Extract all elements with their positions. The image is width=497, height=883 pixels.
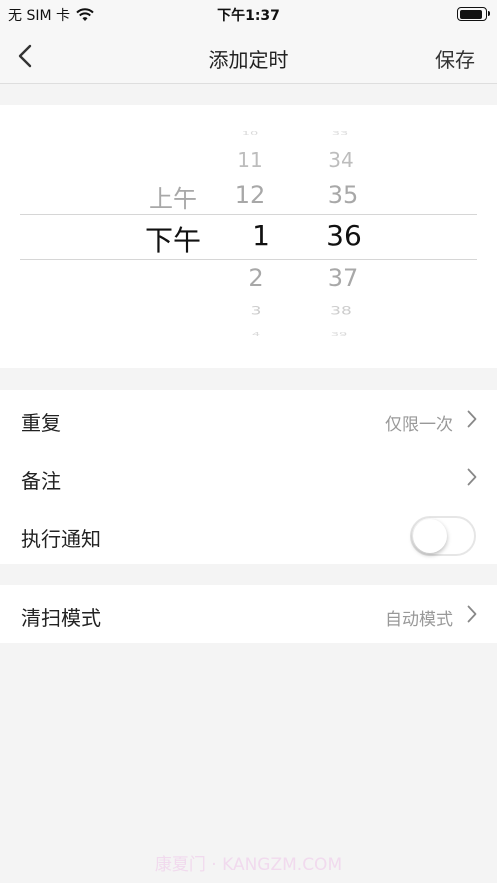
status-time: 下午1:37 [217,8,280,24]
toggle-knob [413,519,447,553]
picker-top-line [20,214,477,215]
settings-section: 重复 仅限一次 备注 执行通知 [0,390,497,564]
hour-option[interactable]: 4 [252,332,260,338]
hour-option[interactable]: 12 [235,181,266,209]
hour-option[interactable]: 11 [237,148,262,172]
hour-option[interactable]: 10 [242,131,259,137]
minute-option[interactable]: 38 [330,304,352,318]
notify-toggle[interactable] [410,516,476,556]
picker-bottom-line [20,259,477,260]
note-row[interactable]: 备注 [0,448,497,506]
hour-option[interactable]: 3 [251,304,262,318]
chevron-right-icon [467,410,477,428]
chevron-right-icon [467,605,477,623]
repeat-label: 重复 [21,411,61,435]
clean-mode-label: 清扫模式 [21,606,101,630]
notify-row: 执行通知 [0,506,497,564]
clean-mode-row[interactable]: 清扫模式 自动模式 [0,585,497,643]
clean-mode-value: 自动模式 [385,610,453,630]
minute-option[interactable]: 37 [328,264,359,292]
status-bar: 无 SIM 卡 下午1:37 [0,0,497,28]
battery-icon [457,7,490,21]
notify-label: 执行通知 [21,527,101,551]
chevron-right-icon [467,468,477,486]
period-option-selected[interactable]: 下午 [145,219,201,259]
hour-option-selected[interactable]: 1 [252,219,270,252]
hour-option[interactable]: 2 [248,264,263,292]
page-title: 添加定时 [208,48,289,72]
time-picker[interactable]: 上午 下午 10 11 12 1 2 3 4 33 34 35 36 37 38… [0,105,497,368]
minute-option[interactable]: 34 [328,148,353,172]
minute-option[interactable]: 39 [331,332,348,338]
nav-bar: 添加定时 保存 [0,28,497,84]
period-option[interactable]: 上午 [149,179,197,214]
minute-option[interactable]: 35 [328,181,359,209]
clean-section: 清扫模式 自动模式 [0,585,497,643]
minute-option[interactable]: 33 [332,131,349,137]
watermark: 康夏门 · KANGZM.COM [154,855,343,875]
repeat-value: 仅限一次 [385,415,453,435]
save-button[interactable]: 保存 [435,44,475,73]
note-label: 备注 [21,469,61,493]
repeat-row[interactable]: 重复 仅限一次 [0,390,497,448]
minute-option-selected[interactable]: 36 [326,219,362,252]
